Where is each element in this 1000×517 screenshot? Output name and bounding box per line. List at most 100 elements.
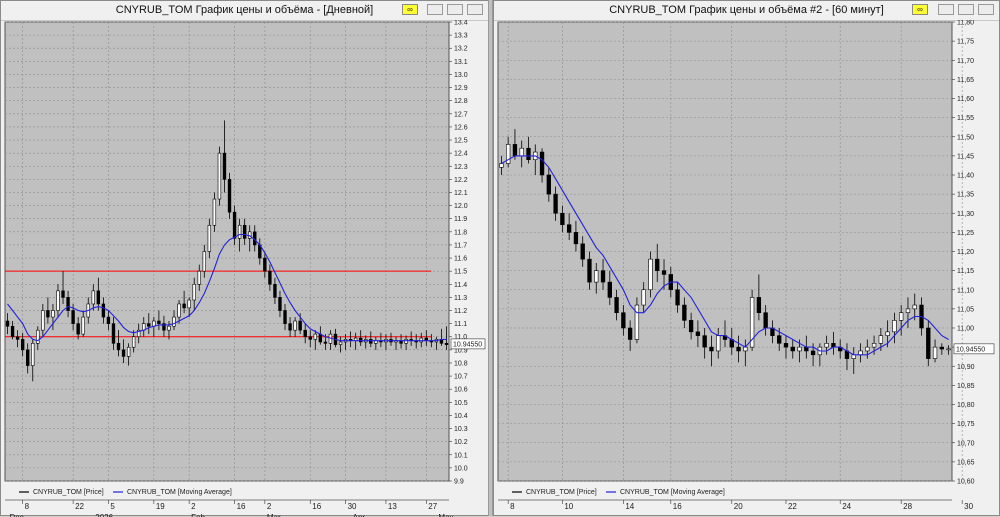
date-tick-label: 22 xyxy=(75,502,84,511)
candle-down xyxy=(10,325,15,338)
candle-down xyxy=(580,243,585,260)
candle-up xyxy=(899,312,904,321)
candle-down xyxy=(614,297,619,313)
month-label: 2026 xyxy=(95,513,113,517)
candle-up xyxy=(946,348,951,351)
candle-down xyxy=(263,257,267,272)
y-tick-label: 11,65 xyxy=(957,77,974,84)
date-tick-label: 5 xyxy=(110,502,115,511)
candle-down xyxy=(288,323,292,331)
candle-down xyxy=(546,174,551,195)
date-tick-label: 19 xyxy=(156,502,165,511)
candle-up xyxy=(202,251,206,272)
candle-up xyxy=(51,310,55,318)
daily-price-chart[interactable]: 9.9 10.0 10.1 10.2 10.3 10.4 10.5 10.6 10.7 10.8 1… xyxy=(1,20,488,517)
candle-up xyxy=(797,346,802,352)
candle-down xyxy=(587,258,592,283)
close-button[interactable] xyxy=(467,4,483,15)
y-tick-label: 11,55 xyxy=(957,115,974,122)
candle-up xyxy=(212,198,217,226)
maximize-button[interactable] xyxy=(958,4,974,15)
y-tick-label: 10,70 xyxy=(957,440,975,447)
legend-ma-label: CNYRUB_TOM [Moving Average] xyxy=(127,489,232,496)
date-tick-label: 16 xyxy=(673,502,682,511)
daily-chart-window[interactable]: CNYRUB_TOM График цены и объёма - [Дневн… xyxy=(0,0,489,517)
y-tick-label: 10,85 xyxy=(957,383,975,390)
candle-down xyxy=(147,323,151,327)
link-icon[interactable]: ∞ xyxy=(402,4,418,15)
minimize-button[interactable] xyxy=(938,4,954,15)
candle-up xyxy=(126,346,131,357)
date-tick-label: 16 xyxy=(312,502,321,511)
candle-down xyxy=(777,335,782,344)
candle-down xyxy=(242,224,247,239)
y-tick-label: 11.7 xyxy=(454,242,467,249)
date-tick-label: 24 xyxy=(842,502,851,511)
candle-down xyxy=(512,144,518,157)
candle-up xyxy=(207,224,212,252)
last-price-label: 10,94550 xyxy=(956,346,985,353)
y-tick-label: 11,80 xyxy=(957,20,974,27)
y-tick-label: 11,00 xyxy=(957,326,974,333)
maximize-button[interactable] xyxy=(447,4,463,15)
y-tick-label: 10.3 xyxy=(454,426,468,433)
candle-down xyxy=(600,270,606,283)
candle-down xyxy=(278,297,282,311)
y-tick-label: 10,80 xyxy=(957,402,975,409)
y-tick-label: 10,60 xyxy=(957,479,975,486)
y-tick-label: 12.7 xyxy=(454,111,468,118)
candle-down xyxy=(71,310,75,324)
y-tick-label: 10.5 xyxy=(454,400,468,407)
candle-down xyxy=(20,339,25,351)
date-tick-label: 28 xyxy=(903,502,912,511)
candle-up xyxy=(91,290,95,305)
candle-down xyxy=(621,312,626,329)
date-tick-label: 10 xyxy=(564,502,573,511)
hourly-chart-titlebar[interactable]: CNYRUB_TOM График цены и объёма #2 - [60… xyxy=(494,1,999,21)
candle-down xyxy=(111,323,116,344)
y-tick-label: 12.9 xyxy=(454,85,468,92)
candle-down xyxy=(926,327,931,359)
month-label: May xyxy=(438,513,453,517)
candle-down xyxy=(359,337,363,343)
candle-up xyxy=(81,316,85,335)
candle-up xyxy=(912,304,917,310)
candle-up xyxy=(313,333,317,340)
candle-down xyxy=(116,342,121,351)
candle-down xyxy=(268,270,272,285)
y-tick-label: 11,40 xyxy=(957,173,974,180)
y-tick-label: 10.7 xyxy=(454,374,468,381)
candle-down xyxy=(736,346,741,352)
y-tick-label: 10.6 xyxy=(454,387,468,394)
hourly-chart-window[interactable]: CNYRUB_TOM График цены и объёма #2 - [60… xyxy=(493,0,1000,516)
candle-down xyxy=(182,303,186,309)
plot-area xyxy=(4,21,450,482)
candle-down xyxy=(15,336,20,340)
daily-chart-titlebar[interactable]: CNYRUB_TOM График цены и объёма - [Дневн… xyxy=(1,1,488,21)
y-tick-label: 11.8 xyxy=(454,229,467,236)
y-tick-label: 12.1 xyxy=(454,190,468,197)
candle-down xyxy=(756,297,762,313)
hourly-price-chart[interactable]: 10,6010,6510,7010,7510,8010,8510,9010,95… xyxy=(494,20,999,517)
y-tick-label: 12.0 xyxy=(454,203,468,210)
date-tick-label: 8 xyxy=(510,502,515,511)
candle-down xyxy=(26,349,30,366)
candle-down xyxy=(369,339,373,344)
candle-up xyxy=(404,339,408,344)
month-label: Mar xyxy=(267,513,281,517)
candle-down xyxy=(702,335,707,348)
candle-down xyxy=(298,320,302,331)
y-tick-label: 11.1 xyxy=(454,321,467,328)
legend-price-label: CNYRUB_TOM [Price] xyxy=(33,489,104,496)
y-tick-label: 13.2 xyxy=(454,46,468,53)
y-tick-label: 11.6 xyxy=(454,256,467,263)
candle-up xyxy=(217,152,222,200)
candle-down xyxy=(308,336,312,340)
minimize-button[interactable] xyxy=(427,4,443,15)
candle-down xyxy=(573,232,579,245)
y-tick-label: 10.0 xyxy=(454,465,468,472)
link-icon[interactable]: ∞ xyxy=(912,4,928,15)
date-tick-label: 2 xyxy=(267,502,272,511)
candle-up xyxy=(932,346,938,359)
close-button[interactable] xyxy=(978,4,994,15)
